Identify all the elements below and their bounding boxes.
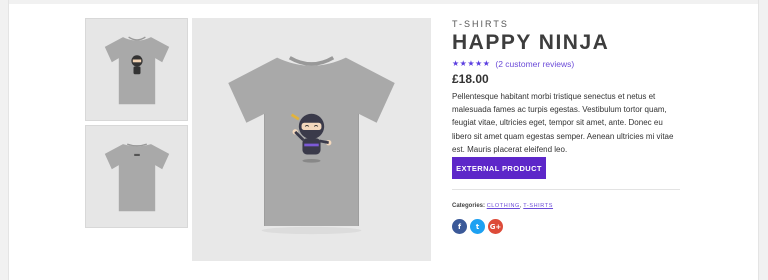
twitter-share-button[interactable]: t	[470, 219, 485, 234]
tshirt-main-image	[228, 55, 395, 234]
star-icon: ★	[459, 59, 467, 68]
twitter-icon: t	[475, 222, 480, 231]
star-rating: ★ ★ ★ ★ ★	[452, 60, 490, 68]
product-category-label: T-SHIRTS	[452, 19, 509, 29]
social-share-buttons: f t G+	[452, 219, 503, 234]
page-top-edge	[0, 0, 768, 4]
star-icon: ★	[452, 59, 460, 68]
product-title: HAPPY NINJA	[452, 31, 610, 54]
facebook-icon: f	[457, 222, 462, 231]
product-description: Pellentesque habitant morbi tristique se…	[452, 92, 674, 154]
page-left-edge	[0, 0, 9, 280]
category-separator: ,	[519, 203, 522, 209]
customer-reviews-link[interactable]: (2 customer reviews)	[495, 59, 574, 69]
product-categories: Categories: CLOTHING, T-SHIRTS	[452, 203, 553, 209]
categories-label: Categories:	[452, 203, 486, 209]
google-plus-icon: G+	[489, 222, 502, 231]
star-icon: ★	[475, 59, 483, 68]
external-product-button[interactable]: EXTERNAL PRODUCT	[452, 157, 546, 179]
category-link-clothing[interactable]: CLOTHING	[487, 203, 520, 209]
google-plus-share-button[interactable]: G+	[488, 219, 503, 234]
page-right-edge	[758, 0, 768, 280]
category-link-t-shirts[interactable]: T-SHIRTS	[523, 203, 553, 209]
thumbnail-back[interactable]	[85, 125, 188, 228]
thumbnail-front[interactable]	[85, 18, 188, 121]
product-price: £18.00	[452, 72, 489, 86]
tshirt-front-thumbnail-image	[104, 36, 169, 104]
facebook-share-button[interactable]: f	[452, 219, 467, 234]
star-icon: ★	[467, 59, 475, 68]
star-icon: ★	[482, 59, 490, 68]
tshirt-back-thumbnail-image	[104, 142, 169, 211]
rating-row: ★ ★ ★ ★ ★ (2 customer reviews)	[452, 59, 574, 69]
divider	[452, 189, 680, 190]
product-main-image[interactable]	[192, 18, 431, 261]
